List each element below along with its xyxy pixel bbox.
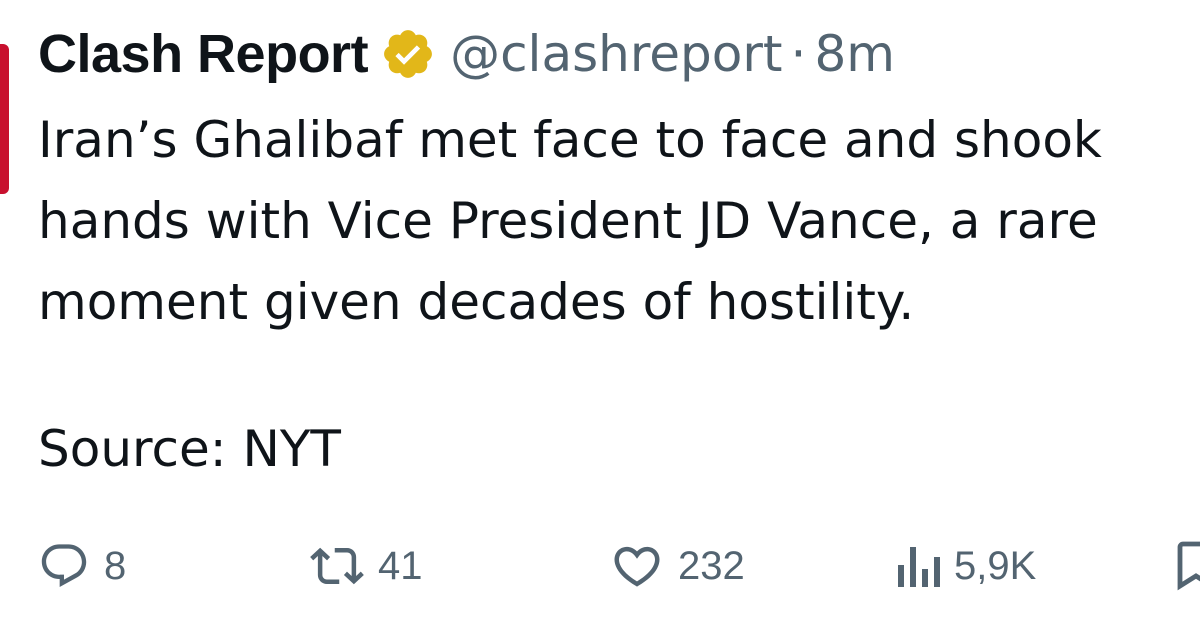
- retweet-button[interactable]: 41: [310, 536, 423, 596]
- author-display-name[interactable]: Clash Report: [38, 23, 369, 85]
- tweet-timestamp[interactable]: 8m: [814, 25, 895, 83]
- views-icon: [896, 541, 940, 591]
- verified-badge-icon[interactable]: [380, 26, 436, 82]
- author-handle[interactable]: @clashreport: [450, 25, 782, 83]
- tweet-action-bar: 8 41 232 5,9K: [38, 536, 1200, 596]
- bookmark-icon: [1176, 540, 1200, 592]
- reply-icon: [38, 540, 90, 592]
- tweet-text-line: Iran’s Ghalibaf met face to face and sho…: [38, 111, 1102, 169]
- tweet-card[interactable]: Clash Report @clashreport · 8m Iran’s Gh…: [0, 0, 1200, 628]
- retweet-count: 41: [378, 543, 423, 588]
- retweet-icon: [310, 539, 364, 593]
- reply-button[interactable]: 8: [38, 536, 126, 596]
- tweet-text-line: moment given decades of hostility.: [38, 273, 915, 331]
- like-button[interactable]: 232: [610, 536, 745, 596]
- heart-icon: [610, 539, 664, 593]
- like-count: 232: [678, 543, 745, 588]
- tweet-source-text: Source: NYT: [38, 420, 341, 478]
- bookmark-button[interactable]: [1176, 536, 1200, 596]
- tweet-header: Clash Report @clashreport · 8m: [38, 18, 895, 90]
- avatar[interactable]: [0, 44, 9, 194]
- reply-count: 8: [104, 543, 127, 588]
- views-count: 5,9K: [954, 543, 1037, 588]
- tweet-text: Iran’s Ghalibaf met face to face and sho…: [38, 100, 1200, 343]
- separator-dot: ·: [790, 25, 807, 83]
- tweet-text-line: hands with Vice President JD Vance, a ra…: [38, 192, 1098, 250]
- views-button[interactable]: 5,9K: [896, 536, 1036, 596]
